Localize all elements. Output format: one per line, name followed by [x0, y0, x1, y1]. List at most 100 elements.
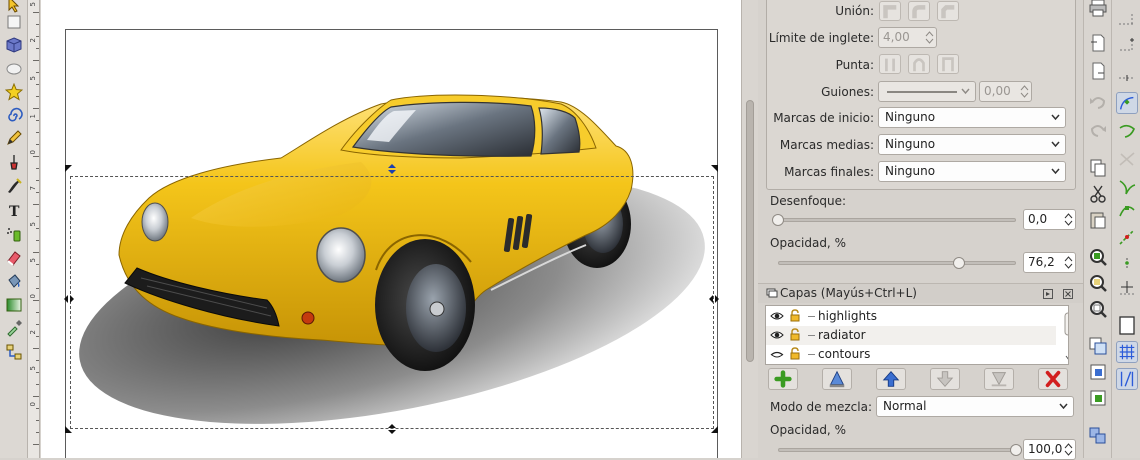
eye-icon[interactable] — [770, 309, 784, 323]
lock-icon[interactable] — [788, 309, 802, 323]
layer-opacity-slider[interactable] — [778, 448, 1016, 452]
lower-layer-button[interactable] — [930, 368, 960, 390]
delete-layer-button[interactable] — [1038, 368, 1068, 390]
join-round-button[interactable] — [908, 1, 930, 21]
rect-tool-icon[interactable] — [3, 12, 25, 32]
snap-guides-button[interactable] — [1116, 368, 1138, 390]
eye-closed-icon[interactable] — [770, 347, 784, 361]
eye-icon[interactable] — [770, 328, 784, 342]
collapse-icon[interactable] — [1043, 289, 1053, 299]
dash-offset-spin[interactable]: 0,00 — [979, 81, 1032, 102]
snap-bbox-midpoint-button[interactable] — [1116, 62, 1138, 84]
import-button[interactable] — [1087, 32, 1109, 54]
ellipse-tool-icon[interactable] — [3, 58, 25, 78]
ruler-number: 5 — [29, 366, 37, 371]
join-miter-button[interactable] — [879, 1, 901, 21]
snap-midpoints-button[interactable] — [1116, 226, 1138, 248]
resize-handle-bottom[interactable] — [387, 424, 397, 434]
layer-row[interactable]: radiator — [766, 326, 1056, 345]
copy-button[interactable] — [1087, 157, 1109, 179]
snap-object-midpoint-button[interactable] — [1116, 252, 1138, 274]
connector-tool-icon[interactable] — [3, 342, 25, 362]
spiral-tool-icon[interactable] — [3, 106, 25, 126]
snap-smooth-button[interactable] — [1116, 200, 1138, 222]
layer-row[interactable]: highlights — [766, 307, 1056, 326]
snap-cusp-button[interactable] — [1116, 176, 1138, 198]
print-button[interactable] — [1087, 0, 1109, 19]
gradient-tool-icon[interactable] — [3, 295, 25, 315]
snap-bbox-corner-button[interactable] — [1116, 34, 1138, 56]
resize-handle-bottom-left[interactable] — [64, 424, 74, 434]
redo-button[interactable] — [1087, 120, 1109, 142]
layer-opacity-slider-knob[interactable] — [1010, 444, 1022, 456]
duplicate-button[interactable] — [1087, 335, 1109, 357]
layers-panel-header[interactable]: Capas (Mayús+Ctrl+L) — [758, 283, 1083, 303]
paste-button[interactable] — [1087, 209, 1109, 231]
snap-page-border-button[interactable] — [1116, 314, 1138, 336]
lock-icon[interactable] — [788, 347, 802, 361]
3dbox-tool-icon[interactable] — [3, 35, 25, 55]
blur-slider[interactable] — [778, 218, 1016, 222]
zoom-drawing-button[interactable] — [1087, 272, 1109, 294]
export-button[interactable] — [1087, 60, 1109, 82]
layer-opacity-spin[interactable]: 100,0 — [1023, 439, 1076, 460]
opacity-spin[interactable]: 76,2 — [1023, 252, 1076, 273]
layers-scrollbar[interactable] — [1063, 307, 1069, 363]
mid-markers-select[interactable]: Ninguno — [878, 134, 1066, 155]
end-markers-select[interactable]: Ninguno — [878, 161, 1066, 182]
bucket-fill-icon[interactable] — [3, 271, 25, 291]
close-icon[interactable] — [1063, 289, 1073, 299]
blend-mode-select[interactable]: Normal — [876, 396, 1074, 417]
resize-handle-right[interactable] — [709, 294, 719, 304]
vertical-ruler[interactable]: 5 2 5 1 0 7 5 5 0 2 5 0 — [28, 0, 40, 458]
opacity-slider-knob[interactable] — [953, 257, 966, 269]
zoom-selection-button[interactable] — [1087, 246, 1109, 268]
resize-handle-top-left[interactable] — [64, 164, 74, 174]
calligraphy-tool-icon[interactable] — [3, 176, 25, 196]
join-bevel-button[interactable] — [937, 1, 959, 21]
dash-pattern-select[interactable] — [878, 81, 976, 102]
resize-handle-top[interactable] — [387, 164, 397, 174]
unlink-clone-button[interactable] — [1087, 387, 1109, 409]
dropper-tool-icon[interactable] — [3, 318, 25, 338]
miter-limit-spin[interactable]: 4,00 — [878, 27, 937, 48]
snap-nodes-button[interactable] — [1116, 92, 1138, 114]
resize-handle-left[interactable] — [64, 294, 74, 304]
delete-layer-icon — [1045, 370, 1061, 388]
clone-button[interactable] — [1087, 361, 1109, 383]
lower-layer-bottom-button[interactable] — [984, 368, 1014, 390]
text-tool-icon[interactable]: T — [3, 200, 25, 220]
group-button[interactable] — [1087, 424, 1109, 446]
layers-list[interactable]: highlights radiator contours — [765, 305, 1069, 365]
scrollbar-thumb[interactable] — [746, 100, 754, 362]
cap-round-button[interactable] — [908, 54, 930, 74]
canvas-scrollbar[interactable] — [741, 0, 758, 458]
spray-tool-icon[interactable] — [3, 224, 25, 244]
pencil-tool-icon[interactable] — [3, 128, 25, 148]
cap-butt-button[interactable] — [879, 54, 901, 74]
snap-rotation-center-button[interactable] — [1116, 276, 1138, 298]
raise-layer-button[interactable] — [876, 368, 906, 390]
snap-paths-button[interactable] — [1116, 120, 1138, 142]
resize-handle-bottom-right[interactable] — [709, 424, 719, 434]
snap-bbox-edge-button[interactable] — [1116, 6, 1138, 28]
blur-spin[interactable]: 0,0 — [1023, 209, 1076, 230]
snap-grid-button[interactable] — [1116, 341, 1138, 363]
raise-layer-top-button[interactable] — [822, 368, 852, 390]
cap-square-button[interactable] — [937, 54, 959, 74]
eraser-tool-icon[interactable] — [3, 248, 25, 268]
blur-slider-knob[interactable] — [772, 214, 784, 226]
star-tool-icon[interactable] — [3, 82, 25, 102]
cut-button[interactable] — [1087, 183, 1109, 205]
lock-icon[interactable] — [788, 328, 802, 342]
layer-row[interactable]: contours — [766, 345, 1056, 364]
pen-tool-icon[interactable] — [3, 152, 25, 172]
resize-handle-top-right[interactable] — [709, 164, 719, 174]
add-layer-button[interactable] — [768, 368, 798, 390]
start-markers-select[interactable]: Ninguno — [878, 107, 1066, 128]
undo-button[interactable] — [1087, 92, 1109, 114]
zoom-page-button[interactable] — [1087, 298, 1109, 320]
snap-intersections-button[interactable] — [1116, 148, 1138, 170]
drawing-canvas[interactable] — [41, 0, 741, 458]
opacity-slider[interactable] — [778, 261, 1016, 265]
